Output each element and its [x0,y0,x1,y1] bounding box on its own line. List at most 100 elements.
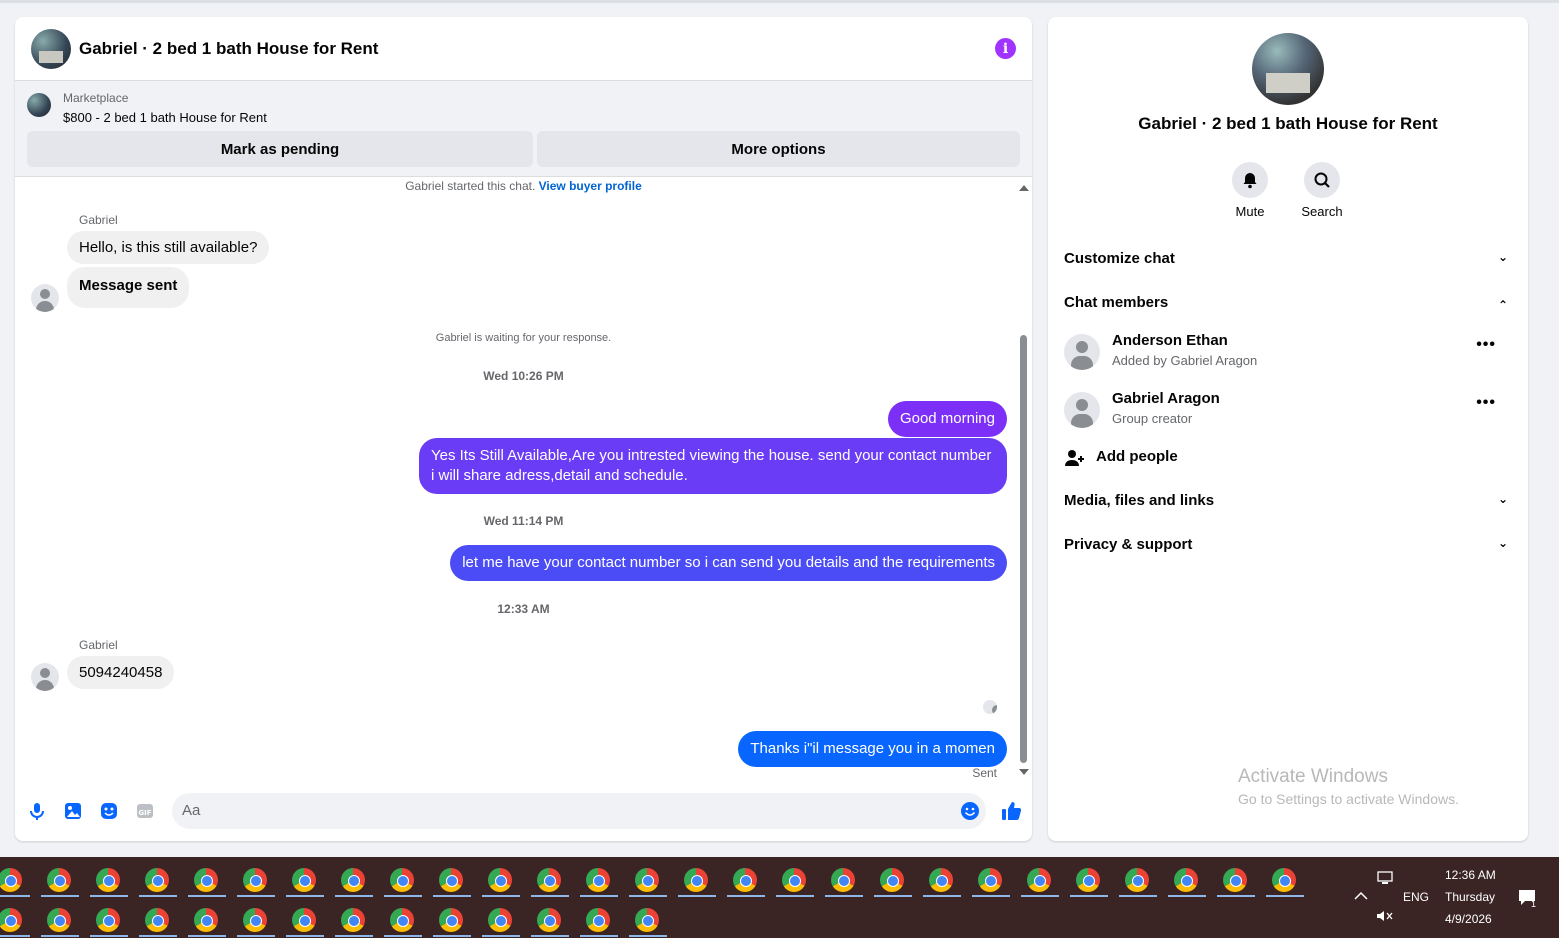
chevron-up-icon[interactable] [1354,891,1368,901]
browser-taskbar-icon[interactable] [537,908,561,932]
browser-taskbar-icon[interactable] [96,868,120,892]
info-icon[interactable]: i [995,38,1016,59]
taskbar-running-indicator [139,895,177,897]
listing-avatar-large[interactable] [1252,33,1324,105]
sender-avatar[interactable] [31,663,59,691]
privacy-support-row[interactable]: Privacy & support ⌄ [1064,536,1512,553]
listing-price[interactable]: $800 - 2 bed 1 bath House for Rent [63,110,267,125]
more-icon[interactable]: ••• [1476,394,1496,412]
browser-taskbar-icon[interactable] [47,868,71,892]
incoming-message[interactable]: Hello, is this still available? [67,231,270,264]
chat-members-row[interactable]: Chat members ⌃ [1064,294,1512,312]
browser-taskbar-icon[interactable] [243,908,267,932]
sticker-icon[interactable] [99,801,119,821]
marketplace-label: Marketplace [63,91,129,105]
taskbar-running-indicator [580,895,618,897]
customize-chat-row[interactable]: Customize chat ⌄ [1064,250,1512,267]
browser-taskbar-icon[interactable] [439,908,463,932]
listing-avatar[interactable] [31,28,71,69]
conversation-info-panel: Gabriel · 2 bed 1 bath House for Rent Mu… [1048,17,1528,841]
emoji-icon[interactable] [960,801,980,821]
browser-taskbar-icon[interactable] [929,868,953,892]
more-icon[interactable]: ••• [1476,336,1496,354]
mute-action[interactable]: Mute [1215,162,1285,219]
browser-taskbar-icon[interactable] [635,908,659,932]
media-files-label: Media, files and links [1064,492,1215,509]
browser-taskbar-icon[interactable] [194,868,218,892]
outgoing-message[interactable]: Thanks i"il message you in a momen [738,731,1007,767]
browser-taskbar-icon[interactable] [341,908,365,932]
volume-muted-icon[interactable] [1376,909,1394,923]
taskbar-running-indicator [90,895,128,897]
browser-taskbar-icon[interactable] [439,868,463,892]
network-icon[interactable] [1376,870,1394,886]
clock-date[interactable]: 4/9/2026 [1445,912,1492,926]
browser-taskbar-icon[interactable] [96,908,120,932]
browser-taskbar-icon[interactable] [1027,868,1051,892]
browser-taskbar-icon[interactable] [782,868,806,892]
sender-avatar[interactable] [31,284,59,312]
browser-taskbar-icon[interactable] [292,908,316,932]
browser-taskbar-icon[interactable] [831,868,855,892]
browser-taskbar-icon[interactable] [47,908,71,932]
search-action[interactable]: Search [1287,162,1357,219]
browser-taskbar-icon[interactable] [390,868,414,892]
browser-taskbar-icon[interactable] [0,868,22,892]
browser-taskbar-icon[interactable] [635,868,659,892]
member-avatar[interactable] [1064,334,1100,370]
language-indicator[interactable]: ENG [1403,890,1429,904]
browser-taskbar-icon[interactable] [390,908,414,932]
member-avatar[interactable] [1064,392,1100,428]
browser-taskbar-icon[interactable] [292,868,316,892]
browser-taskbar-icon[interactable] [1272,868,1296,892]
browser-taskbar-icon[interactable] [488,908,512,932]
more-options-button[interactable]: More options [537,131,1020,167]
outgoing-message[interactable]: Yes Its Still Available,Are you intreste… [419,438,1007,494]
taskbar-running-indicator [335,935,373,937]
member-item[interactable]: Anderson Ethan Added by Gabriel Aragon •… [1064,332,1512,380]
incoming-message[interactable]: Message sent [67,267,190,308]
media-files-row[interactable]: Media, files and links ⌄ [1064,492,1512,509]
browser-taskbar-icon[interactable] [145,868,169,892]
browser-taskbar-icon[interactable] [194,908,218,932]
outgoing-message[interactable]: Good morning [887,401,1007,437]
listing-thumbnail[interactable] [27,93,51,117]
incoming-message[interactable]: 5094240458 [67,656,175,689]
browser-taskbar-icon[interactable] [1125,868,1149,892]
scroll-up-arrow[interactable] [1019,185,1029,191]
browser-taskbar-icon[interactable] [0,908,22,932]
mark-pending-button[interactable]: Mark as pending [27,131,533,167]
gif-icon[interactable]: GIF [135,801,155,821]
browser-taskbar-icon[interactable] [586,908,610,932]
browser-taskbar-icon[interactable] [978,868,1002,892]
browser-taskbar-icon[interactable] [488,868,512,892]
photo-icon[interactable] [63,801,83,821]
browser-taskbar-icon[interactable] [145,908,169,932]
outgoing-message[interactable]: let me have your contact number so i can… [450,545,1007,581]
browser-taskbar-icon[interactable] [1174,868,1198,892]
microphone-icon[interactable] [27,801,47,821]
taskbar-running-indicator [531,895,569,897]
view-buyer-profile-link[interactable]: View buyer profile [539,179,642,193]
scroll-thumb[interactable] [1020,335,1027,763]
taskbar-running-indicator [237,935,275,937]
scroll-down-arrow[interactable] [1019,769,1029,775]
browser-taskbar-icon[interactable] [684,868,708,892]
browser-taskbar-icon[interactable] [1076,868,1100,892]
message-input[interactable]: Aa [172,793,986,829]
member-item[interactable]: Gabriel Aragon Group creator ••• [1064,390,1512,438]
message-scrollbar[interactable] [1018,183,1029,779]
chat-title[interactable]: Gabriel · 2 bed 1 bath House for Rent [79,39,378,59]
browser-taskbar-icon[interactable] [341,868,365,892]
browser-taskbar-icon[interactable] [243,868,267,892]
clock-day[interactable]: Thursday [1445,890,1495,904]
browser-taskbar-icon[interactable] [1223,868,1247,892]
browser-taskbar-icon[interactable] [880,868,904,892]
windows-taskbar: ENG 12:36 AM Thursday 4/9/2026 1 [0,857,1559,938]
chevron-down-icon: ⌄ [1497,250,1508,264]
browser-taskbar-icon[interactable] [537,868,561,892]
like-icon[interactable] [1000,800,1022,822]
browser-taskbar-icon[interactable] [586,868,610,892]
clock-time[interactable]: 12:36 AM [1445,868,1496,882]
browser-taskbar-icon[interactable] [733,868,757,892]
